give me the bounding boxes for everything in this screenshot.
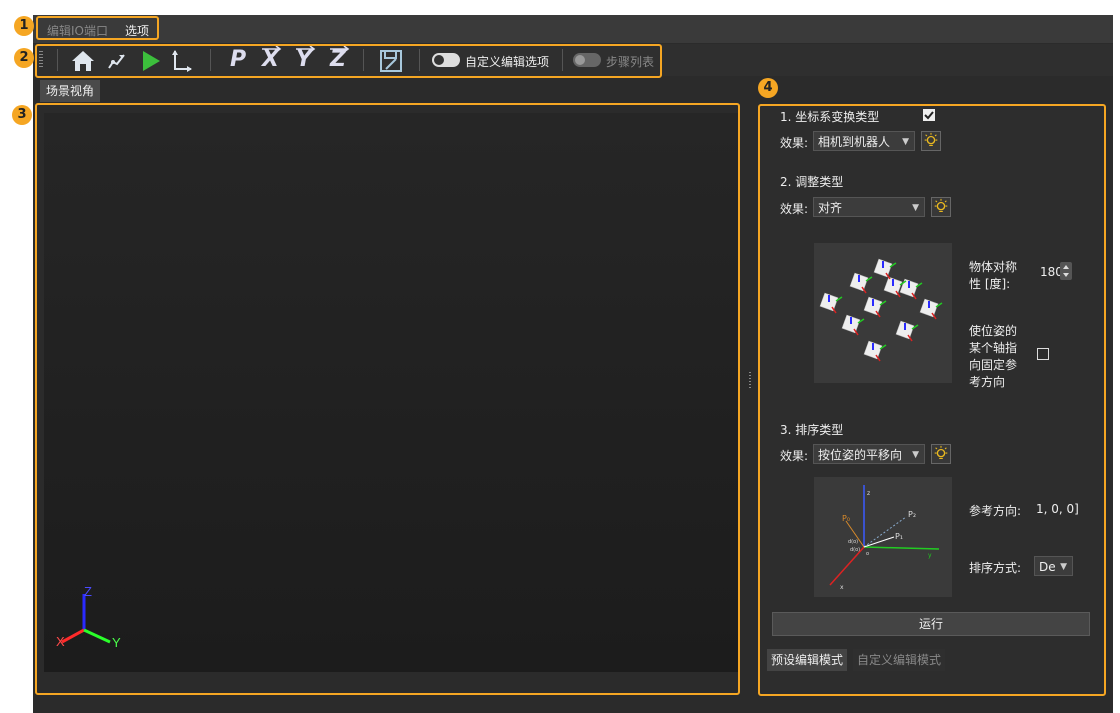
highlight-toolbar	[35, 44, 662, 78]
badge-4: 4	[758, 78, 778, 98]
highlight-menubar	[36, 16, 159, 40]
tab-scene-view[interactable]: 场景视角	[40, 80, 100, 102]
highlight-scene	[35, 103, 740, 695]
badge-1: 1	[14, 16, 34, 36]
splitter-handle[interactable]	[749, 372, 751, 390]
badge-3: 3	[12, 105, 32, 125]
menubar: 编辑IO端口 选项	[33, 15, 1113, 43]
highlight-right-panel	[758, 104, 1106, 696]
badge-2: 2	[14, 48, 34, 68]
